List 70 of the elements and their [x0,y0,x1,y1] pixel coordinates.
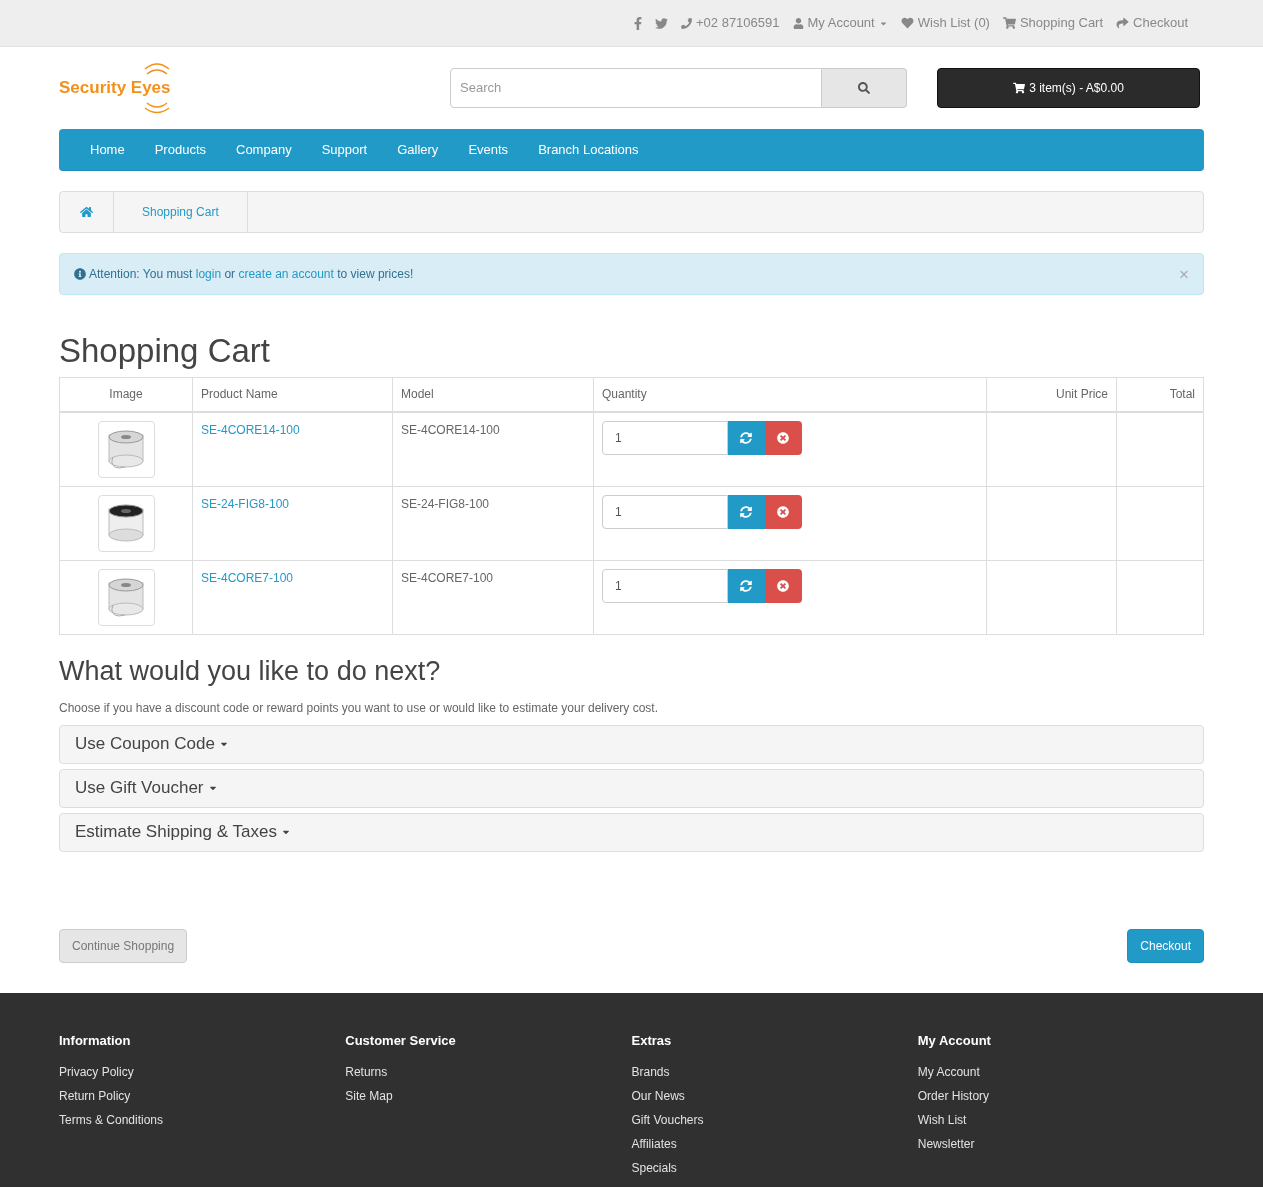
footer-link[interactable]: Brands [631,1060,918,1084]
accordion-panel[interactable]: Use Gift Voucher [59,768,1204,808]
footer-link[interactable]: Return Policy [59,1084,346,1108]
cable-spool-icon [105,501,147,545]
footer-link[interactable]: Affiliates [631,1132,918,1156]
column-header: Product Name [192,377,393,412]
accordion-panel[interactable]: Use Coupon Code [59,724,1204,764]
update-button[interactable] [728,494,765,529]
footer-link[interactable]: Order History [917,1084,1204,1108]
cable-spool-icon [105,575,147,619]
footer-heading: Customer Service [345,1031,457,1050]
footer-link[interactable]: Terms & Conditions [59,1108,346,1132]
footer-heading: Extras [631,1031,673,1050]
remove-button[interactable] [764,494,802,529]
remove-button[interactable] [764,420,802,455]
remove-icon [777,579,790,592]
page-title: Shopping Cart [59,331,271,371]
product-thumbnail[interactable] [97,494,155,552]
footer-link[interactable]: Specials [631,1156,918,1180]
phone-icon [681,17,692,29]
home-icon [80,206,93,218]
footer-link[interactable]: Our News [631,1084,918,1108]
facebook-icon[interactable] [634,16,642,30]
cart-icon [1013,82,1026,94]
footer-link[interactable]: Newsletter [917,1132,1204,1156]
accordion-panel[interactable]: Estimate Shipping & Taxes [59,812,1204,852]
footer-link[interactable]: Privacy Policy [59,1060,346,1084]
quantity-field[interactable]: 1 [602,420,728,455]
model-text: SE-4CORE7-100 [401,570,494,585]
refresh-icon [740,431,753,444]
remove-icon [777,431,790,444]
phone-number: +02 87106591 [696,14,780,33]
column-header: Total [1116,377,1204,412]
quantity-field[interactable]: 1 [602,568,728,603]
update-button[interactable] [728,568,765,603]
footer-link[interactable]: Gift Vouchers [631,1108,918,1132]
footer-link[interactable]: Site Map [345,1084,632,1108]
alert-message: Attention: You must login or create an account to view prices! [89,266,414,283]
footer-link[interactable]: My Account [917,1060,1204,1084]
footer-link[interactable]: Returns [345,1060,632,1084]
footer-heading: My Account [917,1031,992,1050]
share-arrow-icon [1116,17,1130,29]
user-icon [792,17,804,29]
quantity-field[interactable]: 1 [602,494,728,529]
cart-icon [1002,17,1016,29]
column-header: Model [392,377,594,412]
section-title: What would you like to do next? [59,654,442,688]
continue-shopping-button[interactable]: Continue Shopping [59,928,188,963]
heart-icon [900,17,914,29]
column-header: Unit Price [986,377,1117,412]
product-thumbnail[interactable] [97,568,155,626]
footer-heading: Information [59,1031,132,1050]
model-text: SE-24-FIG8-100 [401,496,490,511]
update-button[interactable] [728,420,765,455]
search-field[interactable]: Search [450,68,822,108]
column-header: Quantity [593,377,987,412]
product-thumbnail[interactable] [97,420,155,478]
cable-spool-icon [105,427,147,471]
column-header: Image [59,377,193,412]
refresh-icon [740,579,753,592]
twitter-icon[interactable] [655,16,668,30]
footer-link[interactable]: Wish List [917,1108,1204,1132]
cart-button[interactable]: 3 item(s) - A$0.00 [937,68,1200,108]
remove-button[interactable] [764,568,802,603]
info-icon [74,268,86,280]
model-text: SE-4CORE14-100 [401,422,500,437]
refresh-icon [740,505,753,518]
section-description: Choose if you have a discount code or reward points you want to use or would like to estimate your delivery cost. [59,699,659,717]
search-icon [858,82,870,94]
remove-icon [777,505,790,518]
